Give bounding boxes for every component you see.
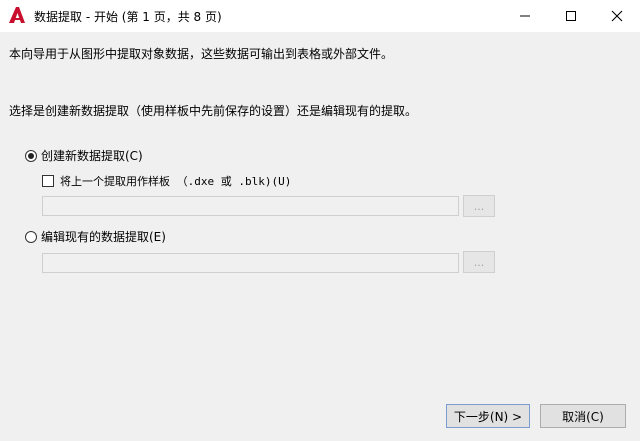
existing-extraction-path-field <box>42 253 459 273</box>
intro-text-2: 选择是创建新数据提取（使用样板中先前保存的设置）还是编辑现有的提取。 <box>9 104 418 118</box>
close-icon <box>611 10 623 22</box>
edit-existing-radio[interactable]: 编辑现有的数据提取(E) <box>25 228 166 245</box>
title-bar: 数据提取 - 开始 (第 1 页，共 8 页) <box>0 0 640 32</box>
use-template-checkbox[interactable]: 将上一个提取用作样板 （.dxe 或 .blk)(U) <box>42 173 291 189</box>
checkbox[interactable] <box>42 175 54 187</box>
radio-button-selected[interactable] <box>25 149 37 162</box>
minimize-button[interactable] <box>502 0 548 32</box>
maximize-button[interactable] <box>548 0 594 32</box>
window-title: 数据提取 - 开始 (第 1 页，共 8 页) <box>34 10 222 24</box>
next-button[interactable]: 下一步(N) > <box>446 404 530 428</box>
edit-existing-label: 编辑现有的数据提取(E) <box>41 230 166 244</box>
close-button[interactable] <box>594 0 640 32</box>
wizard-content: 本向导用于从图形中提取对象数据，这些数据可输出到表格或外部文件。 选择是创建新数… <box>0 32 640 441</box>
existing-browse-button: ... <box>463 251 495 273</box>
maximize-icon <box>566 11 576 21</box>
intro-text-1: 本向导用于从图形中提取对象数据，这些数据可输出到表格或外部文件。 <box>9 47 394 61</box>
autocad-a-icon <box>9 7 25 23</box>
radio-button[interactable] <box>25 230 37 243</box>
create-new-radio[interactable]: 创建新数据提取(C) <box>25 147 143 164</box>
use-template-label: 将上一个提取用作样板 （.dxe 或 .blk)(U) <box>60 175 292 188</box>
create-new-label: 创建新数据提取(C) <box>41 149 143 163</box>
template-path-field <box>42 196 459 216</box>
minimize-icon <box>520 15 530 17</box>
cancel-button[interactable]: 取消(C) <box>540 404 626 428</box>
template-browse-button: ... <box>463 195 495 217</box>
